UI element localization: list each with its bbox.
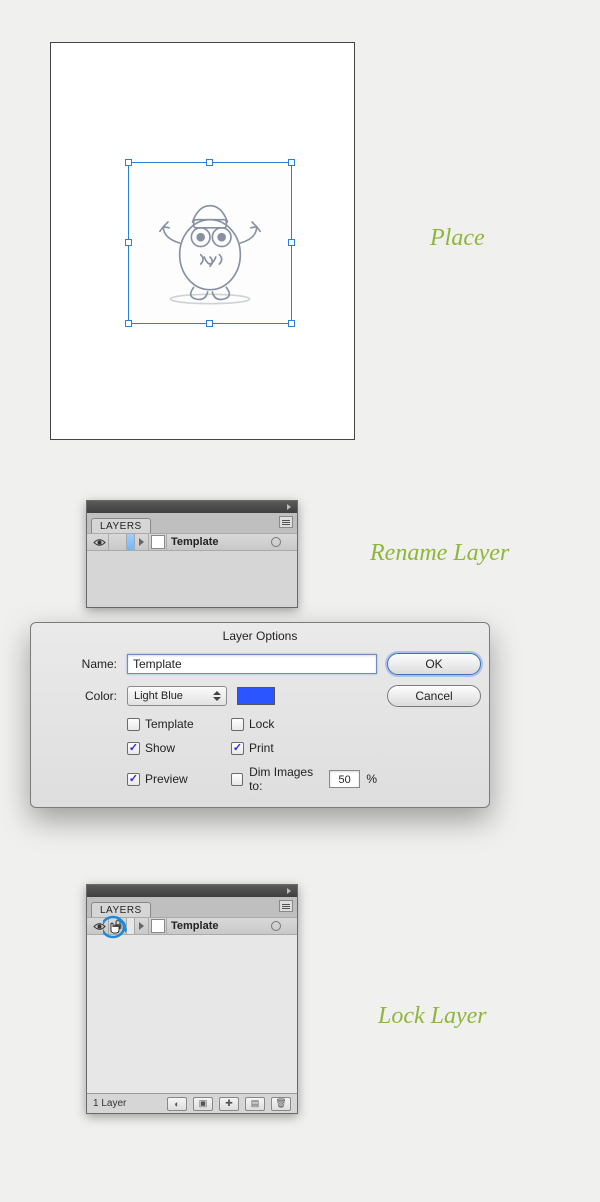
lock-toggle[interactable]	[109, 918, 127, 934]
template-checkbox-label: Template	[145, 717, 194, 731]
panel-menu-icon[interactable]	[279, 516, 293, 528]
layers-tab[interactable]: LAYERS	[91, 902, 151, 917]
layer-count-label: 1 Layer	[93, 1098, 126, 1109]
mask-icon: ▣	[199, 1098, 208, 1109]
preview-checkbox-label: Preview	[145, 772, 188, 786]
layer-name-label[interactable]: Template	[167, 920, 271, 932]
target-icon[interactable]	[271, 921, 281, 931]
new-layer-button[interactable]: ▤	[245, 1097, 265, 1111]
selection-handle[interactable]	[206, 159, 213, 166]
checkbox-icon	[231, 742, 244, 755]
selection-handle[interactable]	[288, 159, 295, 166]
trash-icon: 🗑	[275, 1098, 286, 1109]
layers-panel-locked: LAYERS Template	[86, 884, 298, 1114]
layer-thumbnail	[149, 534, 167, 550]
dialog-title: Layer Options	[31, 623, 489, 653]
visibility-toggle[interactable]	[91, 918, 109, 934]
new-layer-icon: ▤	[251, 1098, 260, 1109]
panel-titlebar[interactable]	[87, 501, 297, 513]
cancel-button[interactable]: Cancel	[387, 685, 481, 707]
layer-options-dialog: Layer Options Name: Template OK Color: L…	[30, 622, 490, 808]
new-sublayer-icon: ✚	[225, 1098, 233, 1109]
panel-menu-icon[interactable]	[279, 900, 293, 912]
selection-handle[interactable]	[125, 320, 132, 327]
caption-place: Place	[430, 225, 485, 252]
panel-titlebar[interactable]	[87, 885, 297, 897]
delete-layer-button[interactable]: 🗑	[271, 1097, 291, 1111]
target-icon[interactable]	[271, 537, 281, 547]
lock-icon	[113, 919, 123, 933]
layer-name-label[interactable]: Template	[167, 536, 271, 548]
name-input[interactable]: Template	[127, 654, 377, 674]
color-label: Color:	[45, 689, 117, 703]
disclosure-triangle[interactable]	[135, 918, 149, 934]
show-checkbox[interactable]: Show	[127, 741, 227, 755]
print-checkbox-label: Print	[249, 741, 274, 755]
locate-object-button[interactable]: ◐	[167, 1097, 187, 1111]
disclosure-triangle[interactable]	[135, 534, 149, 550]
selection-handle[interactable]	[288, 239, 295, 246]
show-checkbox-label: Show	[145, 741, 175, 755]
new-sublayer-button[interactable]: ✚	[219, 1097, 239, 1111]
checkbox-icon	[231, 718, 244, 731]
selection-handle[interactable]	[125, 159, 132, 166]
placed-image-bounding-box[interactable]	[128, 162, 292, 324]
layer-row-template[interactable]: Template	[87, 917, 297, 935]
checkbox-icon	[127, 742, 140, 755]
lock-checkbox-label: Lock	[249, 717, 274, 731]
dim-images-suffix: %	[366, 772, 377, 786]
layer-thumbnail	[149, 918, 167, 934]
selection-handle[interactable]	[206, 320, 213, 327]
selection-handle[interactable]	[125, 239, 132, 246]
layer-row-template[interactable]: Template	[87, 533, 297, 551]
placed-sketch-image	[137, 171, 283, 315]
dim-images-input[interactable]: 50	[329, 770, 360, 788]
dim-images-checkbox[interactable]: Dim Images to: 50 %	[231, 765, 377, 793]
template-checkbox[interactable]: Template	[127, 717, 227, 731]
dim-images-label: Dim Images to:	[249, 765, 323, 793]
ok-button[interactable]: OK	[387, 653, 481, 675]
selection-handle[interactable]	[288, 320, 295, 327]
color-select[interactable]: Light Blue	[127, 686, 227, 706]
layers-panel: LAYERS Template	[86, 500, 298, 608]
lock-checkbox[interactable]: Lock	[231, 717, 377, 731]
checkbox-icon	[231, 773, 243, 786]
preview-checkbox[interactable]: Preview	[127, 765, 227, 793]
locate-icon: ◐	[174, 1099, 179, 1109]
name-label: Name:	[45, 657, 117, 671]
make-clipping-mask-button[interactable]: ▣	[193, 1097, 213, 1111]
caption-lock: Lock Layer	[378, 1003, 487, 1030]
color-swatch[interactable]	[237, 687, 275, 705]
layer-color-strip	[127, 534, 135, 550]
triangle-right-icon	[138, 538, 145, 546]
checkbox-icon	[127, 773, 140, 786]
triangle-right-icon	[138, 922, 145, 930]
panel-status-bar: 1 Layer ◐ ▣ ✚ ▤ 🗑	[87, 1093, 297, 1113]
lock-toggle[interactable]	[109, 534, 127, 550]
print-checkbox[interactable]: Print	[231, 741, 377, 755]
layer-color-strip	[127, 918, 135, 934]
eye-icon	[93, 922, 106, 931]
visibility-toggle[interactable]	[91, 534, 109, 550]
layers-tab[interactable]: LAYERS	[91, 518, 151, 533]
caption-rename: Rename Layer	[370, 540, 509, 567]
checkbox-icon	[127, 718, 140, 731]
eye-icon	[93, 538, 106, 547]
